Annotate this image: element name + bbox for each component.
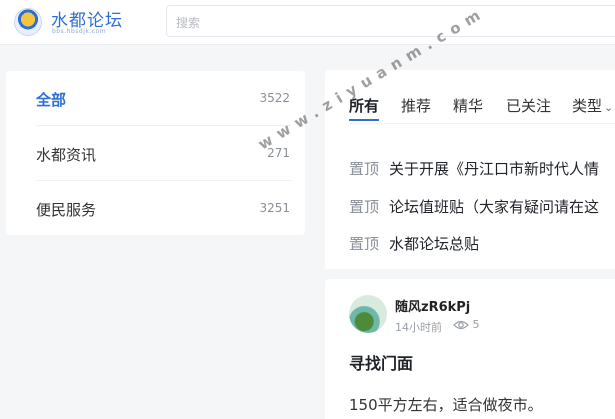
tab-featured[interactable]: 精华 xyxy=(453,95,483,116)
top-bar: 水都论坛 bbs.hbsdjk.com 搜索 xyxy=(0,0,615,45)
post-title[interactable]: 寻找门面 xyxy=(349,350,413,374)
pinned-post-title[interactable]: 水都论坛总贴 xyxy=(389,235,479,253)
search-input[interactable]: 搜索 xyxy=(166,5,615,37)
tab-type-label: 类型 xyxy=(572,97,603,115)
divider xyxy=(349,123,615,124)
category-count: 271 xyxy=(267,146,290,160)
category-label: 水都资讯 xyxy=(36,146,97,164)
tab-following[interactable]: 已关注 xyxy=(506,95,551,116)
pinned-post-title[interactable]: 关于开展《丹江口市新时代人情 xyxy=(389,160,599,178)
active-tab-indicator xyxy=(349,119,379,121)
category-count: 3522 xyxy=(259,91,290,105)
tab-all[interactable]: 所有 xyxy=(349,95,379,116)
post-author[interactable]: 随风zR6kPj xyxy=(395,296,470,315)
post-time: 14小时前 xyxy=(395,321,442,334)
site-logo-subtitle: bbs.hbsdjk.com xyxy=(52,28,107,35)
category-label: 全部 xyxy=(36,91,67,109)
search-placeholder: 搜索 xyxy=(176,16,201,30)
site-logo-icon[interactable] xyxy=(14,8,42,36)
post-excerpt: 150平方左右，适合做夜市。 xyxy=(349,396,543,414)
pinned-badge: 置顶 xyxy=(349,198,380,216)
category-sidebar: 全部 3522 水都资讯 271 便民服务 3251 xyxy=(6,71,305,235)
category-item-services[interactable]: 便民服务 3251 xyxy=(6,181,305,236)
category-count: 3251 xyxy=(259,201,290,215)
category-item-all[interactable]: 全部 3522 xyxy=(6,71,305,126)
category-item-news[interactable]: 水都资讯 271 xyxy=(6,126,305,181)
pinned-post[interactable]: 置顶 论坛值班贴（大家有疑问请在这 xyxy=(349,196,599,217)
avatar[interactable] xyxy=(349,295,387,333)
pinned-post-title[interactable]: 论坛值班贴（大家有疑问请在这 xyxy=(389,198,599,216)
pinned-post[interactable]: 置顶 关于开展《丹江口市新时代人情 xyxy=(349,158,599,179)
tab-type[interactable]: 类型 ⌄ xyxy=(572,95,613,116)
post-views: 5 xyxy=(453,318,480,331)
tab-recommended[interactable]: 推荐 xyxy=(401,95,431,116)
post-card[interactable]: 随风zR6kPj 14小时前 5 寻找门面 150平方左右，适合做夜市。 xyxy=(325,279,615,419)
pinned-badge: 置顶 xyxy=(349,235,380,253)
pinned-badge: 置顶 xyxy=(349,160,380,178)
eye-icon xyxy=(453,320,469,330)
pinned-post[interactable]: 置顶 水都论坛总贴 xyxy=(349,233,479,254)
feed-panel: 所有 推荐 精华 已关注 类型 ⌄ 置顶 关于开展《丹江口市新时代人情 置顶 论坛值班… xyxy=(325,70,615,269)
view-count: 5 xyxy=(472,318,480,331)
category-label: 便民服务 xyxy=(36,201,97,219)
chevron-down-icon: ⌄ xyxy=(604,101,614,114)
